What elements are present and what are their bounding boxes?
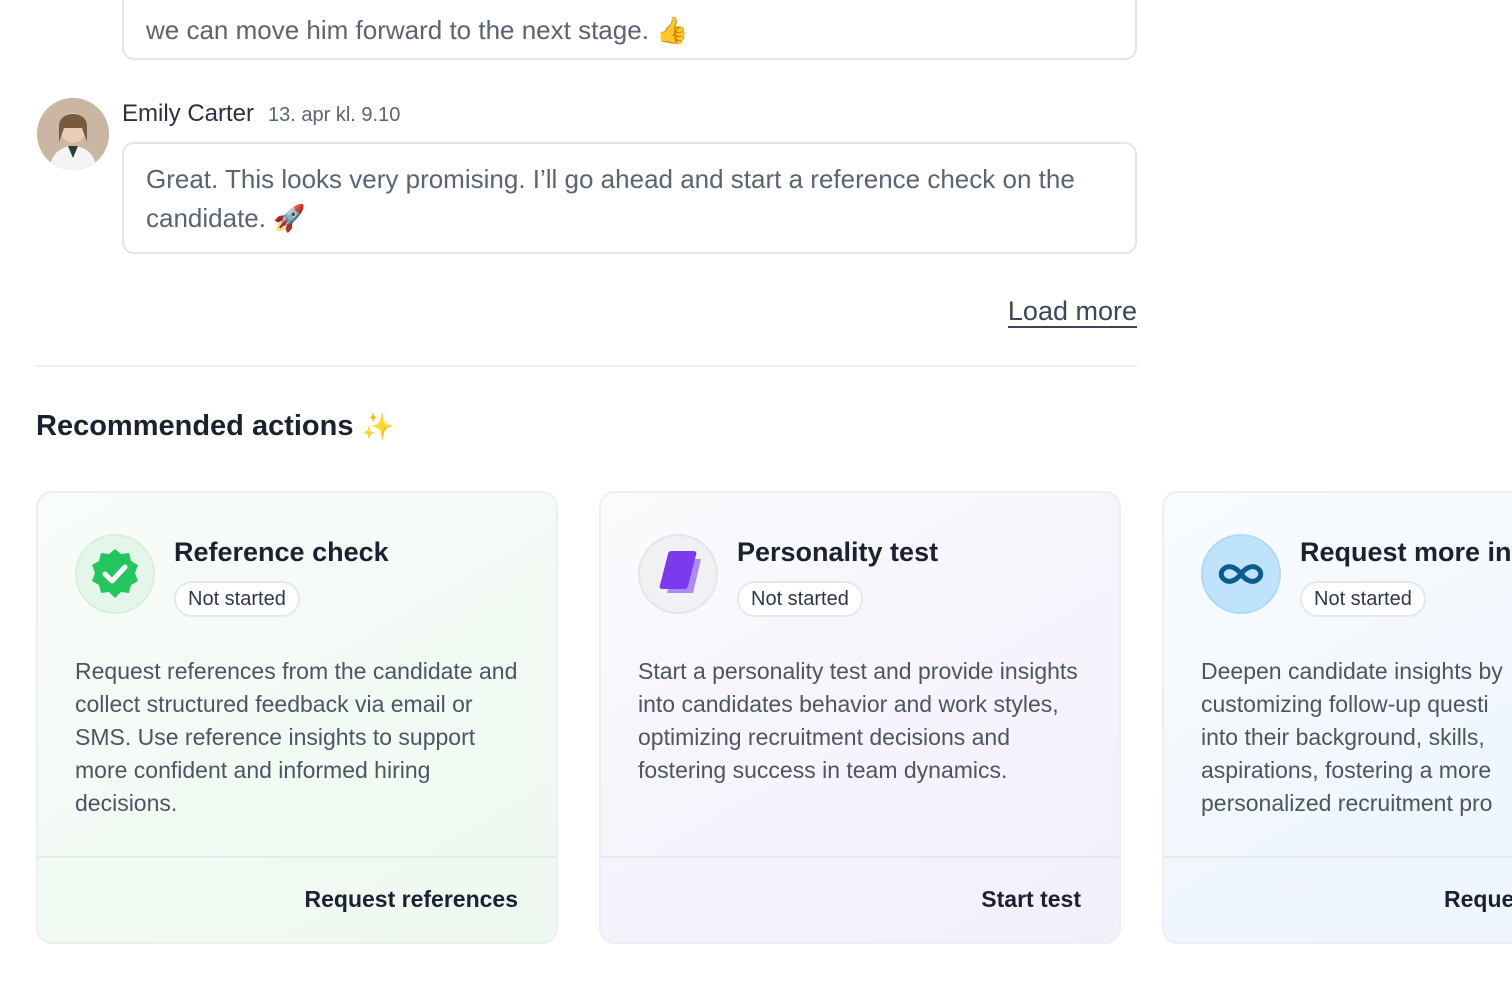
status-badge: Not started bbox=[1300, 581, 1426, 617]
author-name: Emily Carter bbox=[122, 100, 255, 127]
card-title: Personality test bbox=[737, 537, 939, 567]
card-description: Start a personality test and provide ins… bbox=[638, 658, 1078, 783]
start-test-button[interactable]: Start test bbox=[981, 886, 1081, 913]
avatar bbox=[37, 98, 109, 170]
comment-text: we can move him forward to the next stag… bbox=[146, 14, 689, 45]
layers-icon bbox=[638, 534, 718, 614]
card-title: Reference check bbox=[174, 537, 389, 567]
divider bbox=[37, 365, 1137, 367]
request-references-button[interactable]: Request references bbox=[305, 886, 519, 913]
action-card-request-more-info: Request more inf Not started Deepen cand… bbox=[1162, 491, 1512, 944]
comment-message: we can move him forward to the next stag… bbox=[122, 0, 1137, 60]
description-line: personalized recruitment pro bbox=[1201, 790, 1493, 816]
card-footer: Reque bbox=[1164, 856, 1512, 942]
status-badge: Not started bbox=[737, 581, 863, 617]
page: we can move him forward to the next stag… bbox=[0, 0, 1512, 982]
infinity-icon bbox=[1201, 534, 1281, 614]
card-title: Request more inf bbox=[1300, 537, 1512, 567]
card-footer: Start test bbox=[601, 856, 1119, 942]
request-info-button[interactable]: Reque bbox=[1444, 886, 1512, 913]
card-description: Request references from the candidate an… bbox=[75, 658, 518, 816]
card-footer: Request references bbox=[38, 856, 556, 942]
verified-badge-icon bbox=[75, 534, 155, 614]
action-card-personality-test: Personality test Not started Start a per… bbox=[599, 491, 1121, 944]
avatar-photo bbox=[37, 98, 109, 170]
section-title: Recommended actions ✨ bbox=[36, 410, 394, 443]
description-line: into their background, skills, bbox=[1201, 724, 1485, 750]
description-line: customizing follow-up questi bbox=[1201, 691, 1489, 717]
comment-header: Emily Carter 13. apr kl. 9.10 bbox=[122, 100, 400, 132]
comment-message: Great. This looks very promising. I’ll g… bbox=[122, 142, 1137, 254]
action-card-reference-check: Reference check Not started Request refe… bbox=[36, 491, 558, 944]
description-line: aspirations, fostering a more bbox=[1201, 757, 1492, 783]
load-more-link[interactable]: Load more bbox=[1008, 296, 1137, 327]
status-badge: Not started bbox=[174, 581, 300, 617]
comment-text: Great. This looks very promising. I’ll g… bbox=[146, 164, 1075, 233]
section-title-text: Recommended actions bbox=[36, 410, 354, 442]
description-line: Deepen candidate insights by bbox=[1201, 658, 1503, 684]
sparkle-icon: ✨ bbox=[361, 411, 394, 441]
card-description: Deepen candidate insights by customizing… bbox=[1201, 655, 1503, 820]
comment-timestamp: 13. apr kl. 9.10 bbox=[268, 104, 401, 126]
